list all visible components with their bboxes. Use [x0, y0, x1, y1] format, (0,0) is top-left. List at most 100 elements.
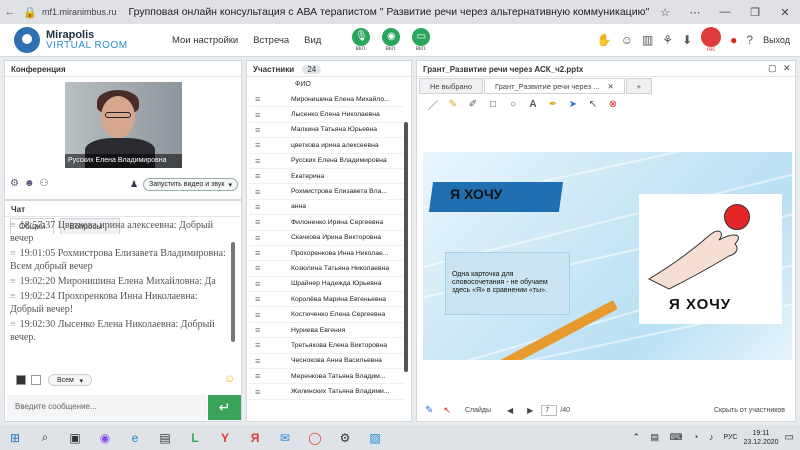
app-l-icon[interactable]: L [180, 431, 210, 445]
draw-mode-icon[interactable]: ✎ [425, 405, 433, 416]
windows-start-icon[interactable]: ⊞ [0, 431, 30, 445]
drag-handle-icon[interactable]: ≡ [249, 202, 291, 212]
clock[interactable]: 19:11 23.12.2020 [744, 429, 779, 447]
add-tab-button[interactable]: + [625, 78, 653, 94]
prev-slide-icon[interactable]: ◀ [507, 406, 513, 415]
drag-handle-icon[interactable]: ≡ [249, 371, 291, 381]
participant-row[interactable]: ≡ Третьякова Елена Викторовна [249, 338, 404, 354]
chat-input[interactable]: Введите сообщение... [7, 395, 207, 420]
fill-tool-icon[interactable]: ✒ [543, 99, 563, 110]
minimize-icon[interactable]: — [710, 6, 740, 19]
tray-icons[interactable]: ⌃ ▤ ⌨ ◔ ♪ [632, 432, 717, 443]
more-menu-icon[interactable]: ⋯ [680, 6, 710, 19]
yandex-browser-icon[interactable]: Y [210, 431, 240, 445]
camera-settings-icon[interactable]: ⚙ [10, 178, 24, 189]
drag-handle-icon[interactable]: ≡ [249, 279, 291, 289]
drag-handle-icon[interactable]: ≡ [249, 94, 291, 104]
notifications-icon[interactable]: ▭ [785, 432, 794, 443]
participant-row[interactable]: ≡ Лысенко Елена Николаевна [249, 107, 404, 123]
participant-row[interactable]: ≡ Рохмистрова Елизавета Вла... [249, 184, 404, 200]
line-tool-icon[interactable]: ／ [423, 97, 443, 112]
drag-handle-icon[interactable]: ≡ [249, 387, 291, 397]
group-icon[interactable]: ⚇ [40, 178, 54, 189]
text-color-swatch[interactable] [16, 375, 26, 385]
language-flag-icon[interactable]: ● [730, 33, 737, 47]
participant-row[interactable]: ≡ Козюлина Татьяна Николаевна [249, 261, 404, 277]
drag-handle-icon[interactable]: ≡ [249, 248, 291, 258]
participant-row[interactable]: ≡ Нуриева Евгения [249, 323, 404, 339]
pen-icon[interactable]: ✐ [463, 99, 483, 110]
exit-button[interactable]: Выход [763, 35, 790, 45]
url-text[interactable]: mf1.miranimbus.ru [42, 7, 117, 17]
drag-handle-icon[interactable]: ≡ [249, 140, 291, 150]
edge-icon[interactable]: e [120, 431, 150, 445]
camera-toggle[interactable]: ◉ вкл. [376, 28, 406, 52]
emoji-icon[interactable]: ☺ [621, 33, 633, 47]
drag-handle-icon[interactable]: ≡ [249, 125, 291, 135]
participant-row[interactable]: ≡ Филоненко Ирина Сергеевна [249, 215, 404, 231]
opera-icon[interactable]: ◯ [300, 431, 330, 445]
pointer-icon[interactable]: ➤ [563, 99, 583, 110]
participant-row[interactable]: ≡ Екатерина [249, 169, 404, 185]
bg-color-swatch[interactable] [31, 375, 41, 385]
help-icon[interactable]: ? [746, 33, 753, 47]
participant-row[interactable]: ≡ Королёва Марина Евгеньевна [249, 292, 404, 308]
select-cursor-icon[interactable]: ↖ [583, 99, 603, 110]
drag-handle-icon[interactable]: ≡ [249, 110, 291, 120]
mail-icon[interactable]: ✉ [270, 431, 300, 445]
drag-handle-icon[interactable]: ≡ [249, 356, 291, 366]
page-input[interactable]: 7 [541, 404, 558, 416]
video-tile[interactable]: Русских Елена Владимировна [65, 82, 182, 168]
raise-hand-icon[interactable]: ✋ [597, 33, 612, 47]
chat-scrollbar[interactable] [231, 242, 235, 342]
participant-cam-icon[interactable]: ☻ [24, 178, 40, 189]
bookmark-icon[interactable]: ☆ [650, 6, 680, 19]
share-av-dropdown[interactable]: Запустить видео и звук ▾ [143, 178, 238, 191]
download-icon[interactable]: ⬇ [682, 33, 692, 47]
drag-handle-icon[interactable]: ≡ [249, 187, 291, 197]
participants-scrollbar[interactable] [404, 122, 408, 372]
tab-not-selected[interactable]: Не выбрано [419, 78, 483, 94]
send-button[interactable]: ↵ [208, 395, 241, 420]
yandex-icon[interactable]: Я [240, 431, 270, 445]
participant-row[interactable]: ≡ анна [249, 200, 404, 216]
drag-handle-icon[interactable]: ≡ [249, 233, 291, 243]
drag-handle-icon[interactable]: ≡ [249, 156, 291, 166]
stats-icon[interactable]: ▥ [642, 33, 653, 47]
participant-row[interactable]: ≡ цветкова ирина алексеевна [249, 138, 404, 154]
participant-row[interactable]: ≡ Чеснокова Анна Васильевна [249, 354, 404, 370]
task-view-icon[interactable]: ▣ [60, 431, 90, 445]
participant-row[interactable]: ≡ Костюченко Елена Сергеевна [249, 307, 404, 323]
close-panel-icon[interactable]: ✕ [783, 63, 791, 74]
recipient-select[interactable]: Всем ▾ [48, 374, 92, 386]
menu-view[interactable]: Вид [304, 35, 321, 46]
drag-handle-icon[interactable]: ≡ [249, 171, 291, 181]
language-indicator[interactable]: РУС [723, 434, 737, 441]
pointer-mode-icon[interactable]: ↖ [443, 405, 451, 416]
next-slide-icon[interactable]: ▶ [527, 406, 533, 415]
participant-row[interactable]: ≡ Скачкова Ирина Викторовна [249, 231, 404, 246]
mic-toggle[interactable]: 🎙 вкл. [346, 28, 376, 52]
smiley-icon[interactable]: ☺ [224, 373, 235, 385]
participant-row[interactable]: ≡ Шрайнер Надежда Юрьевна [249, 277, 404, 293]
maximize-icon[interactable]: ▢ [768, 63, 777, 74]
search-icon[interactable]: ⌕ [30, 430, 60, 445]
alice-icon[interactable]: ◉ [90, 431, 120, 445]
tab-presentation[interactable]: Грант_Развитие речи через ... ✕ [484, 78, 625, 94]
participant-row[interactable]: ≡Гладкова Елена Владимировна [249, 400, 404, 404]
photos-icon[interactable]: ▨ [360, 431, 390, 445]
participant-row[interactable]: ≡ Прохоренкова Инна Николае... [249, 246, 404, 262]
store-icon[interactable]: ▤ [150, 431, 180, 445]
participant-row[interactable]: ≡ Малкина Татьяна Юрьевна [249, 123, 404, 139]
network-icon[interactable]: ⚘ [662, 33, 673, 47]
rectangle-tool-icon[interactable]: □ [483, 99, 503, 110]
clear-icon[interactable]: ⊗ [603, 99, 623, 110]
drag-handle-icon[interactable]: ≡ [249, 294, 291, 304]
participant-row[interactable]: ≡ Миронишина Елена Михайло... [249, 92, 404, 108]
restore-icon[interactable]: ❐ [740, 6, 770, 19]
drag-handle-icon[interactable]: ≡ [249, 217, 291, 227]
menu-my-settings[interactable]: Мои настройки [172, 35, 238, 46]
participant-row[interactable]: ≡ Меренкова Татьяна Владим... [249, 369, 404, 385]
hide-from-participants-button[interactable]: Скрыть от участников [714, 407, 785, 414]
drag-handle-icon[interactable]: ≡ [249, 340, 291, 350]
